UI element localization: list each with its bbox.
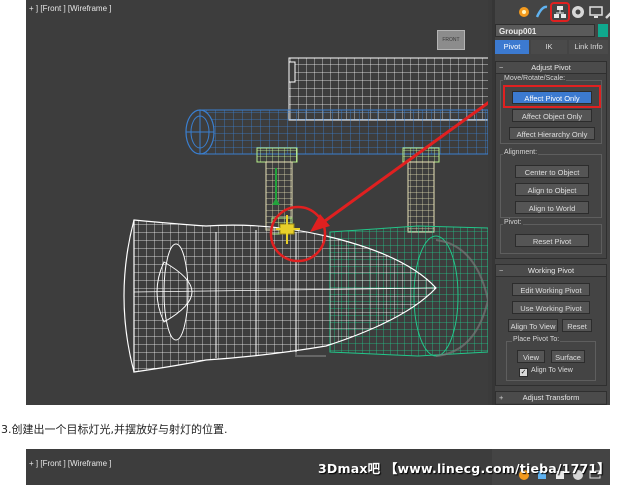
adjust-pivot-title: Adjust Pivot [531,63,571,72]
blue-bar-wire [185,109,488,155]
working-pivot-rollout: − Working Pivot Edit Working Pivot Use W… [495,264,607,386]
display-tab[interactable] [588,4,604,20]
command-panel: Group001 Pivot IK Link Info − Adjust Piv… [492,0,610,405]
pivot-label: Pivot: [503,219,523,226]
align-to-view-button[interactable]: Align To View [508,319,558,332]
front-viewport[interactable]: + ] [Front ] [Wireframe ] FRONT [26,0,488,405]
utilities-tab[interactable] [604,4,610,20]
tab-link-info[interactable]: Link Info [569,40,608,54]
motion-tab[interactable] [570,4,586,20]
edit-working-pivot-button[interactable]: Edit Working Pivot [512,283,590,296]
adjust-transform-title: Adjust Transform [522,393,580,402]
left-mount-wire [256,147,298,235]
align-to-world-button[interactable]: Align to World [515,201,589,214]
tab-pivot[interactable]: Pivot [495,40,529,54]
modify-icon [535,5,548,18]
wireframe-scene [123,57,488,373]
adjust-pivot-header[interactable]: − Adjust Pivot [496,62,606,74]
working-pivot-header[interactable]: − Working Pivot [496,265,606,277]
display-icon [589,6,603,18]
collapse-icon: − [499,266,504,275]
align-to-view-check-label: Align To View [531,367,573,374]
motion-icon [572,6,584,18]
modify-tab[interactable] [534,4,550,20]
adjust-transform-header[interactable]: + Adjust Transform [496,392,606,403]
create-icon [519,7,529,17]
tab-ik[interactable]: IK [531,40,567,54]
step-caption: 3.创建出一个目标灯光,并摆放好与射灯的位置. [1,423,228,436]
create-tab[interactable] [516,4,532,20]
use-working-pivot-button[interactable]: Use Working Pivot [512,301,590,314]
hierarchy-tab[interactable] [550,2,570,22]
adjust-pivot-rollout: − Adjust Pivot Move/Rotate/Scale: Affect… [495,61,607,259]
collapse-icon: − [499,63,504,72]
affect-pivot-highlight [503,85,601,108]
affect-hierarchy-only-button[interactable]: Affect Hierarchy Only [509,127,595,140]
alignment-group: Alignment: Center to Object Align to Obj… [500,149,602,218]
max-screenshot: + ] [Front ] [Wireframe ] FRONT Group001… [26,0,610,405]
align-to-view-checkbox[interactable]: ✓ [519,368,528,377]
place-pivot-to-label: Place Pivot To: [512,336,561,343]
align-to-object-button[interactable]: Align to Object [515,183,589,196]
hierarchy-subtabs: Pivot IK Link Info [495,40,608,54]
site-watermark: 3Dmax吧 【www.linecg.com/tieba/1771】 [318,461,610,476]
command-panel-tabs [492,2,610,22]
max-screenshot-2: + ] [Front ] [Wireframe ] 3Dmax吧 【www.li… [26,449,610,485]
viewport-label-2[interactable]: + ] [Front ] [Wireframe ] [29,459,111,468]
surface-button[interactable]: Surface [551,350,585,363]
expand-icon: + [499,393,504,402]
place-pivot-group: Place Pivot To: View Surface ✓ Align To … [506,336,596,381]
object-color-swatch[interactable] [598,24,608,37]
reset-pivot-button[interactable]: Reset Pivot [515,234,589,247]
pivot-group: Pivot: Reset Pivot [500,219,602,254]
working-pivot-title: Working Pivot [527,266,575,275]
view-button[interactable]: View [517,350,545,363]
hierarchy-icon [554,6,566,18]
reset-button[interactable]: Reset [562,319,592,332]
adjust-transform-rollout: + Adjust Transform [495,391,607,405]
object-name-field[interactable]: Group001 [495,24,595,37]
affect-object-only-button[interactable]: Affect Object Only [512,109,592,122]
center-to-object-button[interactable]: Center to Object [515,165,589,178]
alignment-label: Alignment: [503,149,539,156]
move-rotate-scale-label: Move/Rotate/Scale: [503,75,567,82]
utilities-icon [605,12,610,19]
